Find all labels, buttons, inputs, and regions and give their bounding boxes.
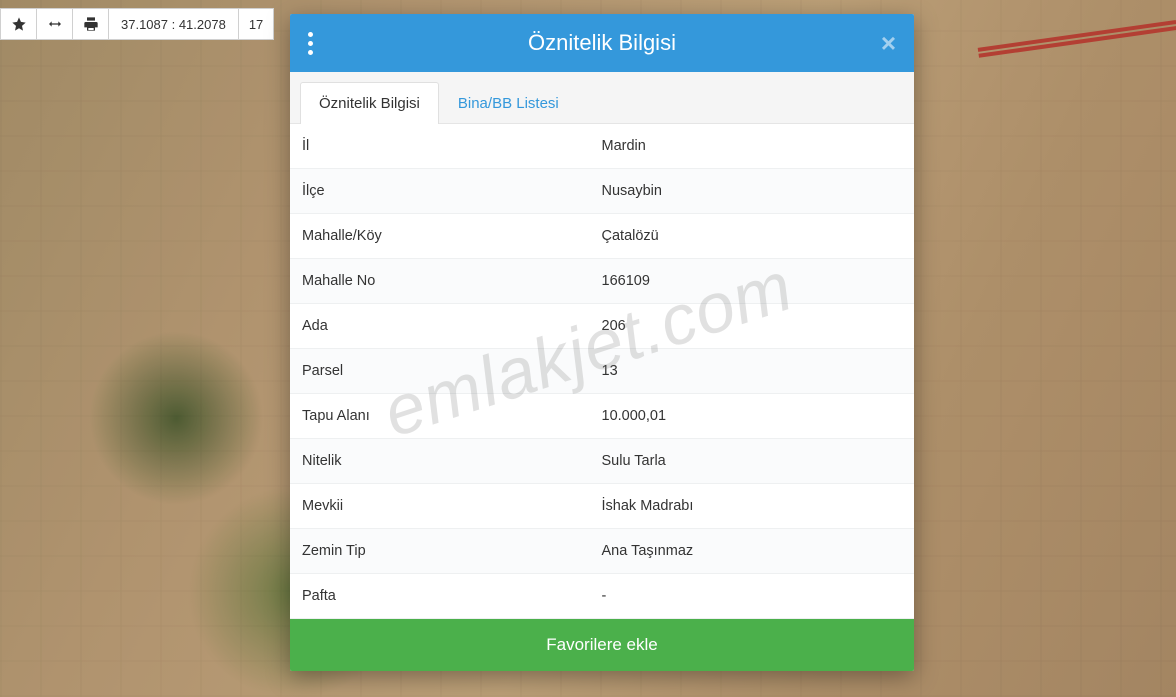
road-overlay <box>978 20 1176 52</box>
attr-value: 13 <box>590 349 914 393</box>
modal-title: Öznitelik Bilgisi <box>528 30 676 56</box>
attr-label: İlçe <box>290 169 590 213</box>
table-row: Tapu Alanı 10.000,01 <box>290 394 914 439</box>
table-row: Mevkii İshak Madrabı <box>290 484 914 529</box>
coordinates-text: 37.1087 : 41.2078 <box>121 17 226 32</box>
add-favorite-button[interactable]: Favorilere ekle <box>290 619 914 671</box>
attr-label: Ada <box>290 304 590 348</box>
attr-label: İl <box>290 124 590 168</box>
table-row: Nitelik Sulu Tarla <box>290 439 914 484</box>
modal-tabs: Öznitelik Bilgisi Bina/BB Listesi <box>290 72 914 124</box>
attr-label: Nitelik <box>290 439 590 483</box>
kebab-icon <box>308 32 313 55</box>
table-row: İl Mardin <box>290 124 914 169</box>
attr-value: 10.000,01 <box>590 394 914 438</box>
attr-label: Mahalle No <box>290 259 590 303</box>
add-favorite-label: Favorilere ekle <box>546 635 658 654</box>
attr-value: 166109 <box>590 259 914 303</box>
attr-label: Pafta <box>290 574 590 618</box>
attr-label: Mevkii <box>290 484 590 528</box>
table-row: Ada 206 <box>290 304 914 349</box>
attr-label: Tapu Alanı <box>290 394 590 438</box>
attr-value: Mardin <box>590 124 914 168</box>
table-row: İlçe Nusaybin <box>290 169 914 214</box>
table-row: Mahalle/Köy Çatalözü <box>290 214 914 259</box>
attr-label: Zemin Tip <box>290 529 590 573</box>
attr-label: Mahalle/Köy <box>290 214 590 258</box>
zoom-level-display: 17 <box>239 9 273 39</box>
print-icon <box>83 16 99 32</box>
tab-buildings-label: Bina/BB Listesi <box>458 95 559 112</box>
modal-header: Öznitelik Bilgisi × <box>290 14 914 72</box>
attr-value: Çatalözü <box>590 214 914 258</box>
zoom-level-text: 17 <box>249 17 263 32</box>
table-row: Mahalle No 166109 <box>290 259 914 304</box>
coordinates-display: 37.1087 : 41.2078 <box>109 9 239 39</box>
table-row: Pafta - <box>290 574 914 619</box>
table-row: Parsel 13 <box>290 349 914 394</box>
table-row: Zemin Tip Ana Taşınmaz <box>290 529 914 574</box>
favorite-star-button[interactable] <box>1 9 37 39</box>
tab-attributes[interactable]: Öznitelik Bilgisi <box>300 82 439 124</box>
attr-value: Nusaybin <box>590 169 914 213</box>
tab-attributes-label: Öznitelik Bilgisi <box>319 95 420 112</box>
measure-button[interactable] <box>37 9 73 39</box>
close-icon: × <box>881 28 896 59</box>
attr-value: Sulu Tarla <box>590 439 914 483</box>
attr-value: Ana Taşınmaz <box>590 529 914 573</box>
map-toolbar: 37.1087 : 41.2078 17 <box>0 8 274 40</box>
arrows-h-icon <box>47 16 63 32</box>
tab-buildings[interactable]: Bina/BB Listesi <box>439 82 578 124</box>
attr-value: - <box>590 574 914 618</box>
modal-close-button[interactable]: × <box>881 14 896 72</box>
star-icon <box>11 16 27 32</box>
modal-menu-button[interactable] <box>308 14 313 72</box>
attribute-info-modal: Öznitelik Bilgisi × Öznitelik Bilgisi Bi… <box>290 14 914 671</box>
attr-value: 206 <box>590 304 914 348</box>
print-button[interactable] <box>73 9 109 39</box>
attribute-table: İl Mardin İlçe Nusaybin Mahalle/Köy Çata… <box>290 124 914 619</box>
attr-label: Parsel <box>290 349 590 393</box>
attr-value: İshak Madrabı <box>590 484 914 528</box>
